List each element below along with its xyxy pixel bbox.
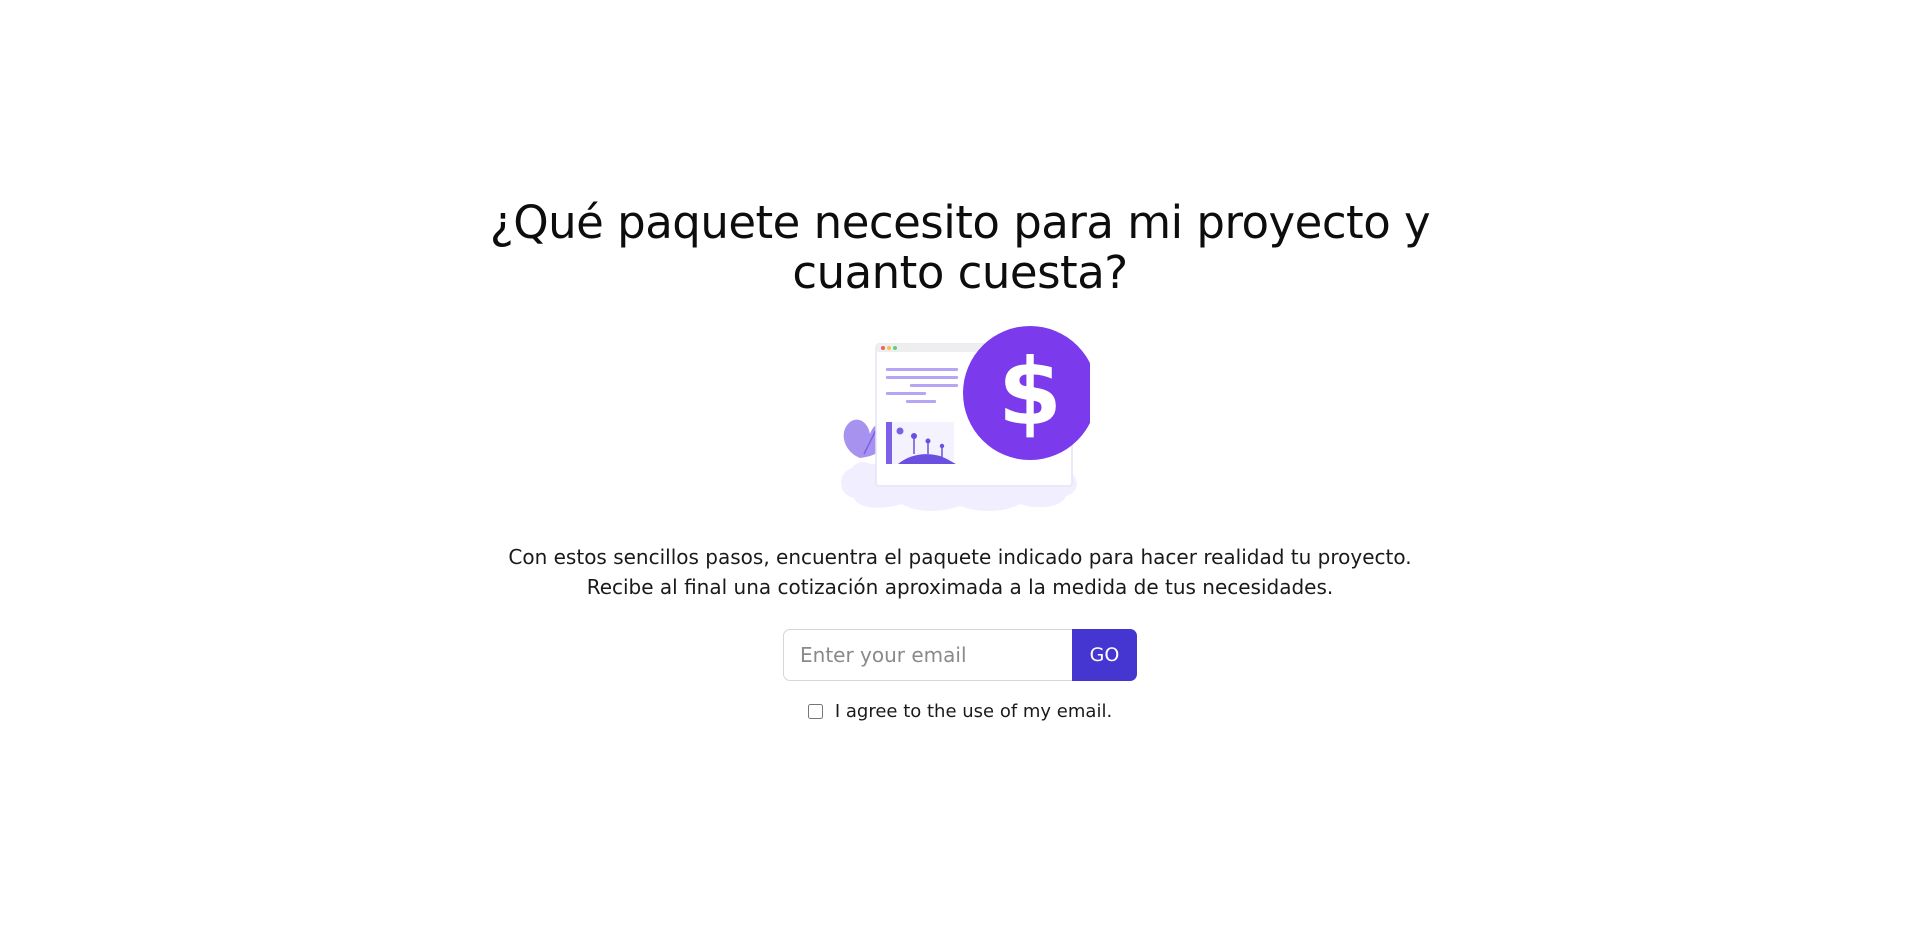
description-line-2: Recibe al final una cotización aproximad… [586,575,1334,599]
page: ¿Qué paquete necesito para mi proyecto y… [0,0,1920,945]
description: Con estos sencillos pasos, encuentra el … [508,542,1411,602]
svg-text:$: $ [998,339,1062,446]
email-signup-form: GO [783,629,1137,681]
consent-checkbox[interactable] [807,704,823,719]
description-line-1: Con estos sencillos pasos, encuentra el … [508,545,1412,569]
pricing-illustration-icon: $ [841,326,1090,512]
page-title: ¿Qué paquete necesito para mi proyecto y… [489,196,1431,299]
consent-row[interactable]: I agree to the use of my email. [807,701,1113,722]
go-button[interactable]: GO [1072,629,1137,681]
consent-label: I agree to the use of my email. [834,701,1113,722]
hero-section: ¿Qué paquete necesito para mi proyecto y… [0,196,1920,723]
email-input[interactable] [783,629,1072,681]
